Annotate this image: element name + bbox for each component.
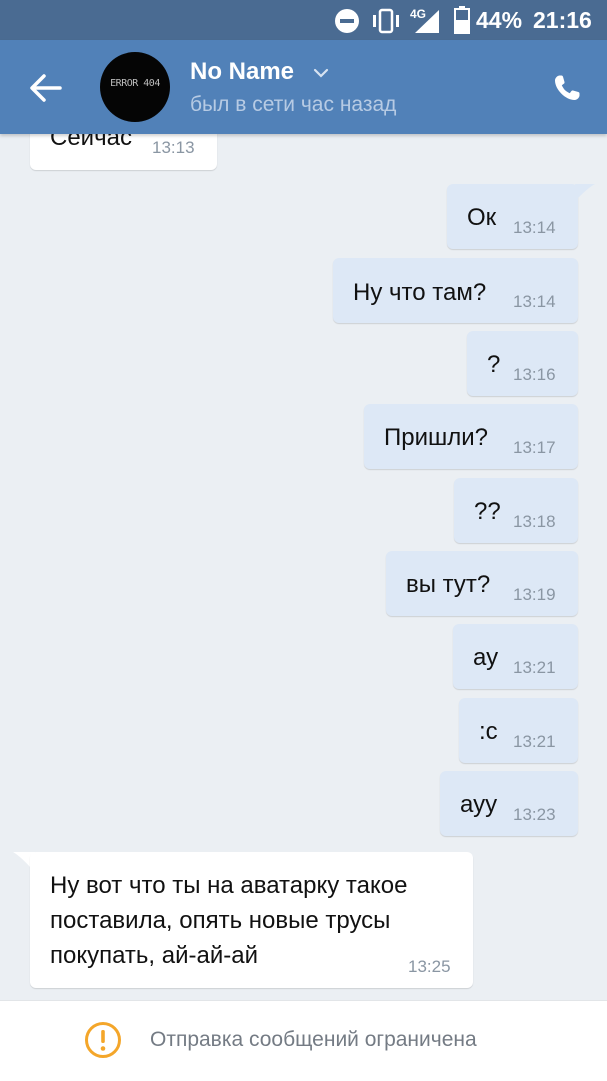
message-time: 13:19	[513, 585, 556, 604]
status-bar: 4G 44% 21:16	[0, 0, 607, 40]
message-text: ?	[487, 351, 501, 378]
clock: 21:16	[533, 7, 592, 33]
avatar[interactable]: ERROR 404	[100, 52, 170, 122]
message-text-line: поставила, опять новые трусы	[50, 907, 391, 934]
battery-icon	[454, 6, 470, 34]
message-text-line: покупать, ай-ай-ай	[50, 942, 259, 969]
message-text: Пришли?	[384, 424, 489, 451]
message-time: 13:14	[513, 218, 556, 237]
message-bubble-outgoing[interactable]: ау 13:21	[453, 624, 578, 689]
message-text: :с	[479, 718, 498, 745]
message-text: ауу	[460, 791, 498, 818]
dnd-icon	[335, 9, 359, 33]
message-time: 13:25	[408, 957, 451, 976]
message-bubble-outgoing[interactable]: Ну что там? 13:14	[333, 258, 578, 323]
contact-name[interactable]: No Name	[190, 58, 294, 86]
message-bubble-outgoing[interactable]: ауу 13:23	[440, 771, 578, 836]
message-text: Сейчас	[50, 134, 132, 151]
battery-percent: 44%	[476, 7, 523, 33]
message-bubble-outgoing[interactable]: вы тут? 13:19	[386, 551, 578, 616]
message-text: ау	[473, 644, 499, 671]
message-time: 13:18	[513, 512, 556, 531]
message-time: 13:16	[513, 365, 556, 384]
message-bubble-outgoing[interactable]: ? 13:16	[467, 331, 578, 396]
message-bubble-outgoing[interactable]: ?? 13:18	[454, 478, 578, 543]
message-time: 13:21	[513, 732, 556, 751]
signal-icon	[415, 10, 439, 33]
contact-status: был в сети час назад	[190, 93, 397, 116]
warning-icon	[85, 1022, 121, 1058]
message-text: Ну что там?	[353, 279, 487, 306]
message-text: ??	[474, 498, 501, 525]
message-time: 13:13	[152, 138, 195, 157]
message-time: 13:21	[513, 658, 556, 677]
message-time: 13:17	[513, 438, 556, 457]
phone-icon[interactable]	[551, 72, 583, 104]
avatar-label: ERROR 404	[110, 78, 160, 89]
chevron-down-icon[interactable]	[312, 66, 330, 80]
message-bubble-outgoing[interactable]: Ок 13:14	[447, 184, 578, 249]
message-bubble-outgoing[interactable]: Пришли? 13:17	[364, 404, 578, 469]
message-time: 13:23	[513, 805, 556, 824]
chat-header: ERROR 404 No Name был в сети час назад	[0, 40, 607, 134]
bubble-tail	[575, 184, 595, 198]
message-text-line: Ну вот что ты на аватарку такое	[50, 872, 408, 899]
message-bubble-outgoing[interactable]: :с 13:21	[459, 698, 578, 763]
vibrate-icon	[373, 8, 399, 34]
message-text: вы тут?	[406, 571, 491, 598]
message-time: 13:14	[513, 292, 556, 311]
message-bubble-incoming[interactable]: Сейчас 13:13	[30, 134, 217, 170]
restriction-text: Отправка сообщений ограничена	[150, 1028, 477, 1051]
message-text: Ок	[467, 204, 497, 231]
message-bubble-incoming[interactable]: Ну вот что ты на аватарку такое поставил…	[30, 852, 473, 988]
restriction-notice: Отправка сообщений ограничена	[0, 1000, 607, 1081]
back-arrow-icon[interactable]	[28, 70, 64, 106]
message-list[interactable]: Сейчас 13:13 Ок 13:14 Ну что там? 13:14 …	[0, 134, 607, 1000]
